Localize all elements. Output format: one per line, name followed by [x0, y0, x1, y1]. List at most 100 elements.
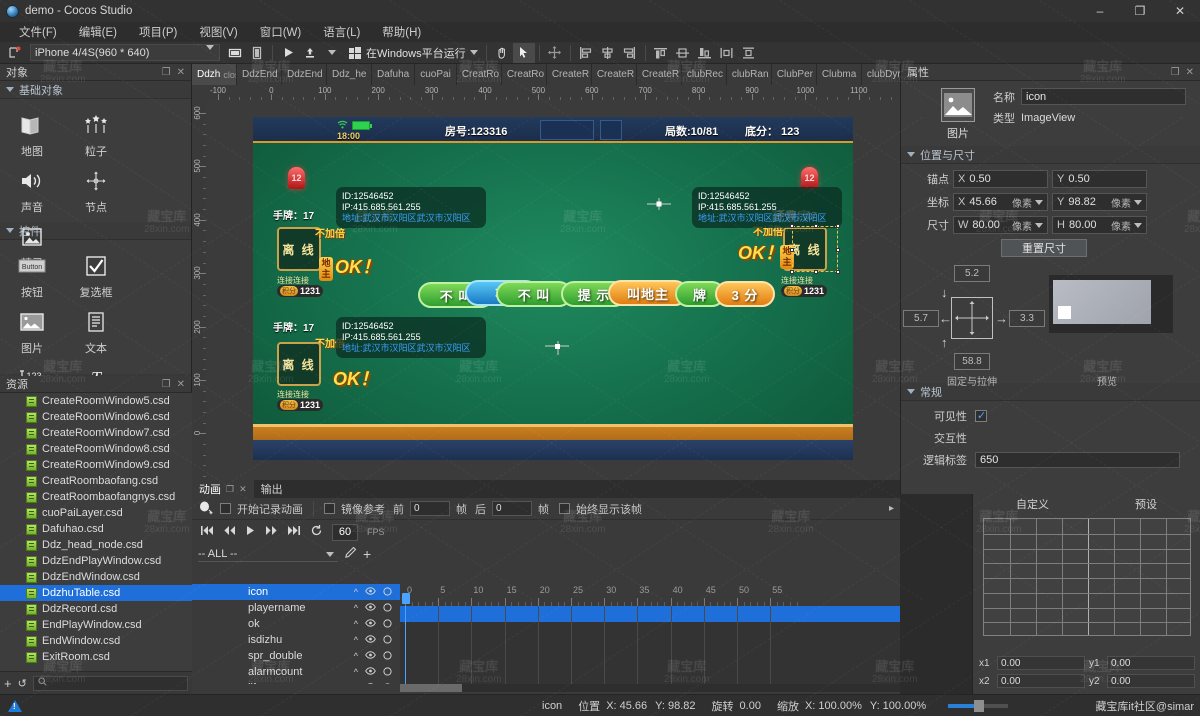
- minimize-button[interactable]: –: [1080, 0, 1120, 22]
- resource-file-row[interactable]: CreateRoomWindow8.csd: [0, 441, 192, 457]
- maximize-button[interactable]: ❐: [1120, 0, 1160, 22]
- play-icon[interactable]: [277, 43, 299, 63]
- platform-run-select[interactable]: 在Windows平台运行: [345, 44, 482, 62]
- publish-upload-icon[interactable]: [299, 43, 321, 63]
- resource-file-row[interactable]: CreatRoombaofangnys.csd: [0, 489, 192, 505]
- object-item-node[interactable]: 节点: [64, 163, 128, 219]
- document-tab[interactable]: Clubma: [816, 64, 862, 85]
- chevron-down-icon[interactable]: [1035, 199, 1043, 205]
- search-input[interactable]: [32, 675, 188, 691]
- timeline-playhead[interactable]: [405, 606, 406, 684]
- eye-icon[interactable]: [365, 619, 376, 629]
- design-stage[interactable]: 18:00 房号:123316 局数:10/81 底分： 123 12 手牌：1…: [206, 100, 900, 480]
- float-icon[interactable]: ❐: [1171, 67, 1180, 78]
- resource-file-row[interactable]: EndPlayWindow.csd: [0, 617, 192, 633]
- animation-track-row[interactable]: ok ^: [192, 616, 400, 632]
- pencil-icon[interactable]: [344, 546, 357, 562]
- close-button[interactable]: ✕: [1160, 0, 1200, 22]
- circle-icon[interactable]: [383, 618, 392, 630]
- chevron-up-icon[interactable]: ^: [354, 619, 358, 629]
- curve-x1-input[interactable]: 0.00: [997, 656, 1085, 670]
- control-item-checkbox[interactable]: 复选框: [64, 248, 128, 304]
- zoom-slider[interactable]: [948, 699, 1008, 712]
- eye-icon[interactable]: [365, 667, 376, 677]
- document-tab[interactable]: clubRec: [681, 64, 727, 85]
- chevron-up-icon[interactable]: ^: [354, 635, 358, 645]
- stretch-right-input[interactable]: 3.3: [1009, 310, 1045, 327]
- menu-edit[interactable]: 编辑(E): [68, 22, 128, 42]
- loop-icon[interactable]: [310, 524, 323, 540]
- document-tab-bar[interactable]: Ddzhclose-icon DdzEnd DdzEnd Ddz_he Dafuha cu…: [192, 64, 900, 85]
- document-tab[interactable]: CreateR: [591, 64, 637, 85]
- stretch-left-input[interactable]: 5.7: [903, 310, 939, 327]
- document-tab[interactable]: CreatRo: [501, 64, 547, 85]
- zoom-slider-knob[interactable]: [974, 699, 984, 712]
- move-tool-icon[interactable]: [544, 43, 566, 63]
- document-tab[interactable]: CreateR: [546, 64, 592, 85]
- size-w-input[interactable]: W 80.00 像素: [953, 216, 1048, 234]
- eye-icon[interactable]: [365, 683, 376, 684]
- expand-icon[interactable]: ▸: [889, 503, 894, 514]
- refresh-icon[interactable]: ↺: [18, 677, 27, 690]
- menu-view[interactable]: 视图(V): [188, 22, 248, 42]
- section-basic-objects[interactable]: 基础对象: [0, 81, 191, 99]
- animation-track-row[interactable]: alarmcount ^: [192, 664, 400, 680]
- resource-file-row[interactable]: CreateRoomWindow5.csd: [0, 393, 192, 409]
- resource-file-row[interactable]: ExitRoom.csd: [0, 649, 192, 665]
- timeline-hscrollbar-thumb[interactable]: [400, 684, 462, 692]
- menu-language[interactable]: 语言(L): [312, 22, 371, 42]
- record-checkbox[interactable]: [220, 503, 231, 514]
- reset-size-button[interactable]: 重置尺寸: [1001, 239, 1087, 257]
- name-input[interactable]: icon: [1021, 88, 1186, 105]
- menu-help[interactable]: 帮助(H): [371, 22, 432, 42]
- document-tab[interactable]: Dafuha: [372, 64, 416, 85]
- new-document-icon[interactable]: [4, 43, 26, 63]
- chevron-down-icon[interactable]: [1035, 222, 1043, 228]
- size-h-input[interactable]: H 80.00 像素: [1052, 216, 1147, 234]
- publish-dropdown-icon[interactable]: [321, 43, 343, 63]
- object-item-sound[interactable]: 声音: [0, 163, 64, 219]
- circle-icon[interactable]: [383, 650, 392, 662]
- control-item-text[interactable]: 文本: [64, 304, 128, 360]
- visible-checkbox[interactable]: [975, 409, 987, 422]
- animation-track-row[interactable]: isdizhu ^: [192, 632, 400, 648]
- tab-custom-curve[interactable]: 自定义: [1016, 496, 1049, 512]
- resource-file-row[interactable]: Ddz_head_node.csd: [0, 537, 192, 553]
- eye-icon[interactable]: [365, 651, 376, 661]
- close-icon[interactable]: close-icon: [223, 70, 236, 80]
- curve-x2-input[interactable]: 0.00: [997, 674, 1085, 688]
- portrait-orientation-icon[interactable]: [246, 43, 268, 63]
- resource-file-row[interactable]: EndWindow.csd: [0, 633, 192, 649]
- resource-file-row[interactable]: DdzEndWindow.csd: [0, 569, 192, 585]
- step-forward-icon[interactable]: [265, 525, 278, 539]
- animation-select[interactable]: -- ALL --: [198, 546, 338, 562]
- always-show-checkbox[interactable]: [559, 503, 570, 514]
- play-icon[interactable]: [245, 525, 256, 539]
- select-tool-icon[interactable]: [512, 42, 535, 63]
- section-controls[interactable]: 控件: [0, 222, 191, 240]
- align-bottom-icon[interactable]: [694, 43, 716, 63]
- animation-track-row[interactable]: jifen ^: [192, 680, 400, 684]
- object-item-map[interactable]: 地图: [0, 107, 64, 163]
- align-center-horizontal-icon[interactable]: [597, 43, 619, 63]
- game-preview[interactable]: 18:00 房号:123316 局数:10/81 底分： 123 12 手牌：1…: [253, 117, 853, 460]
- close-icon[interactable]: ✕: [177, 379, 185, 390]
- circle-icon[interactable]: [383, 586, 392, 598]
- stretch-top-input[interactable]: 5.2: [954, 265, 990, 282]
- chevron-up-icon[interactable]: ^: [354, 667, 358, 677]
- section-general[interactable]: 常规: [901, 383, 1200, 401]
- document-tab[interactable]: DdzEnd: [237, 64, 282, 85]
- animation-track-list[interactable]: icon ^ playername ^ ok ^ isdizhu ^ spr_double ^ al…: [192, 584, 400, 684]
- menu-file[interactable]: 文件(F): [8, 22, 68, 42]
- stretch-bottom-input[interactable]: 58.8: [954, 353, 990, 370]
- float-icon[interactable]: ❐: [162, 67, 171, 78]
- resource-file-row[interactable]: CreateRoomWindow7.csd: [0, 425, 192, 441]
- resource-file-row[interactable]: CreateRoomWindow6.csd: [0, 409, 192, 425]
- skip-last-icon[interactable]: [287, 525, 301, 539]
- menu-window[interactable]: 窗口(W): [249, 22, 313, 42]
- anchor-y-input[interactable]: Y 0.50: [1052, 170, 1147, 188]
- onion-checkbox[interactable]: [324, 503, 335, 514]
- document-tab[interactable]: CreatRo: [456, 64, 502, 85]
- fps-input[interactable]: 60: [332, 523, 358, 541]
- timeline-body[interactable]: [400, 606, 900, 684]
